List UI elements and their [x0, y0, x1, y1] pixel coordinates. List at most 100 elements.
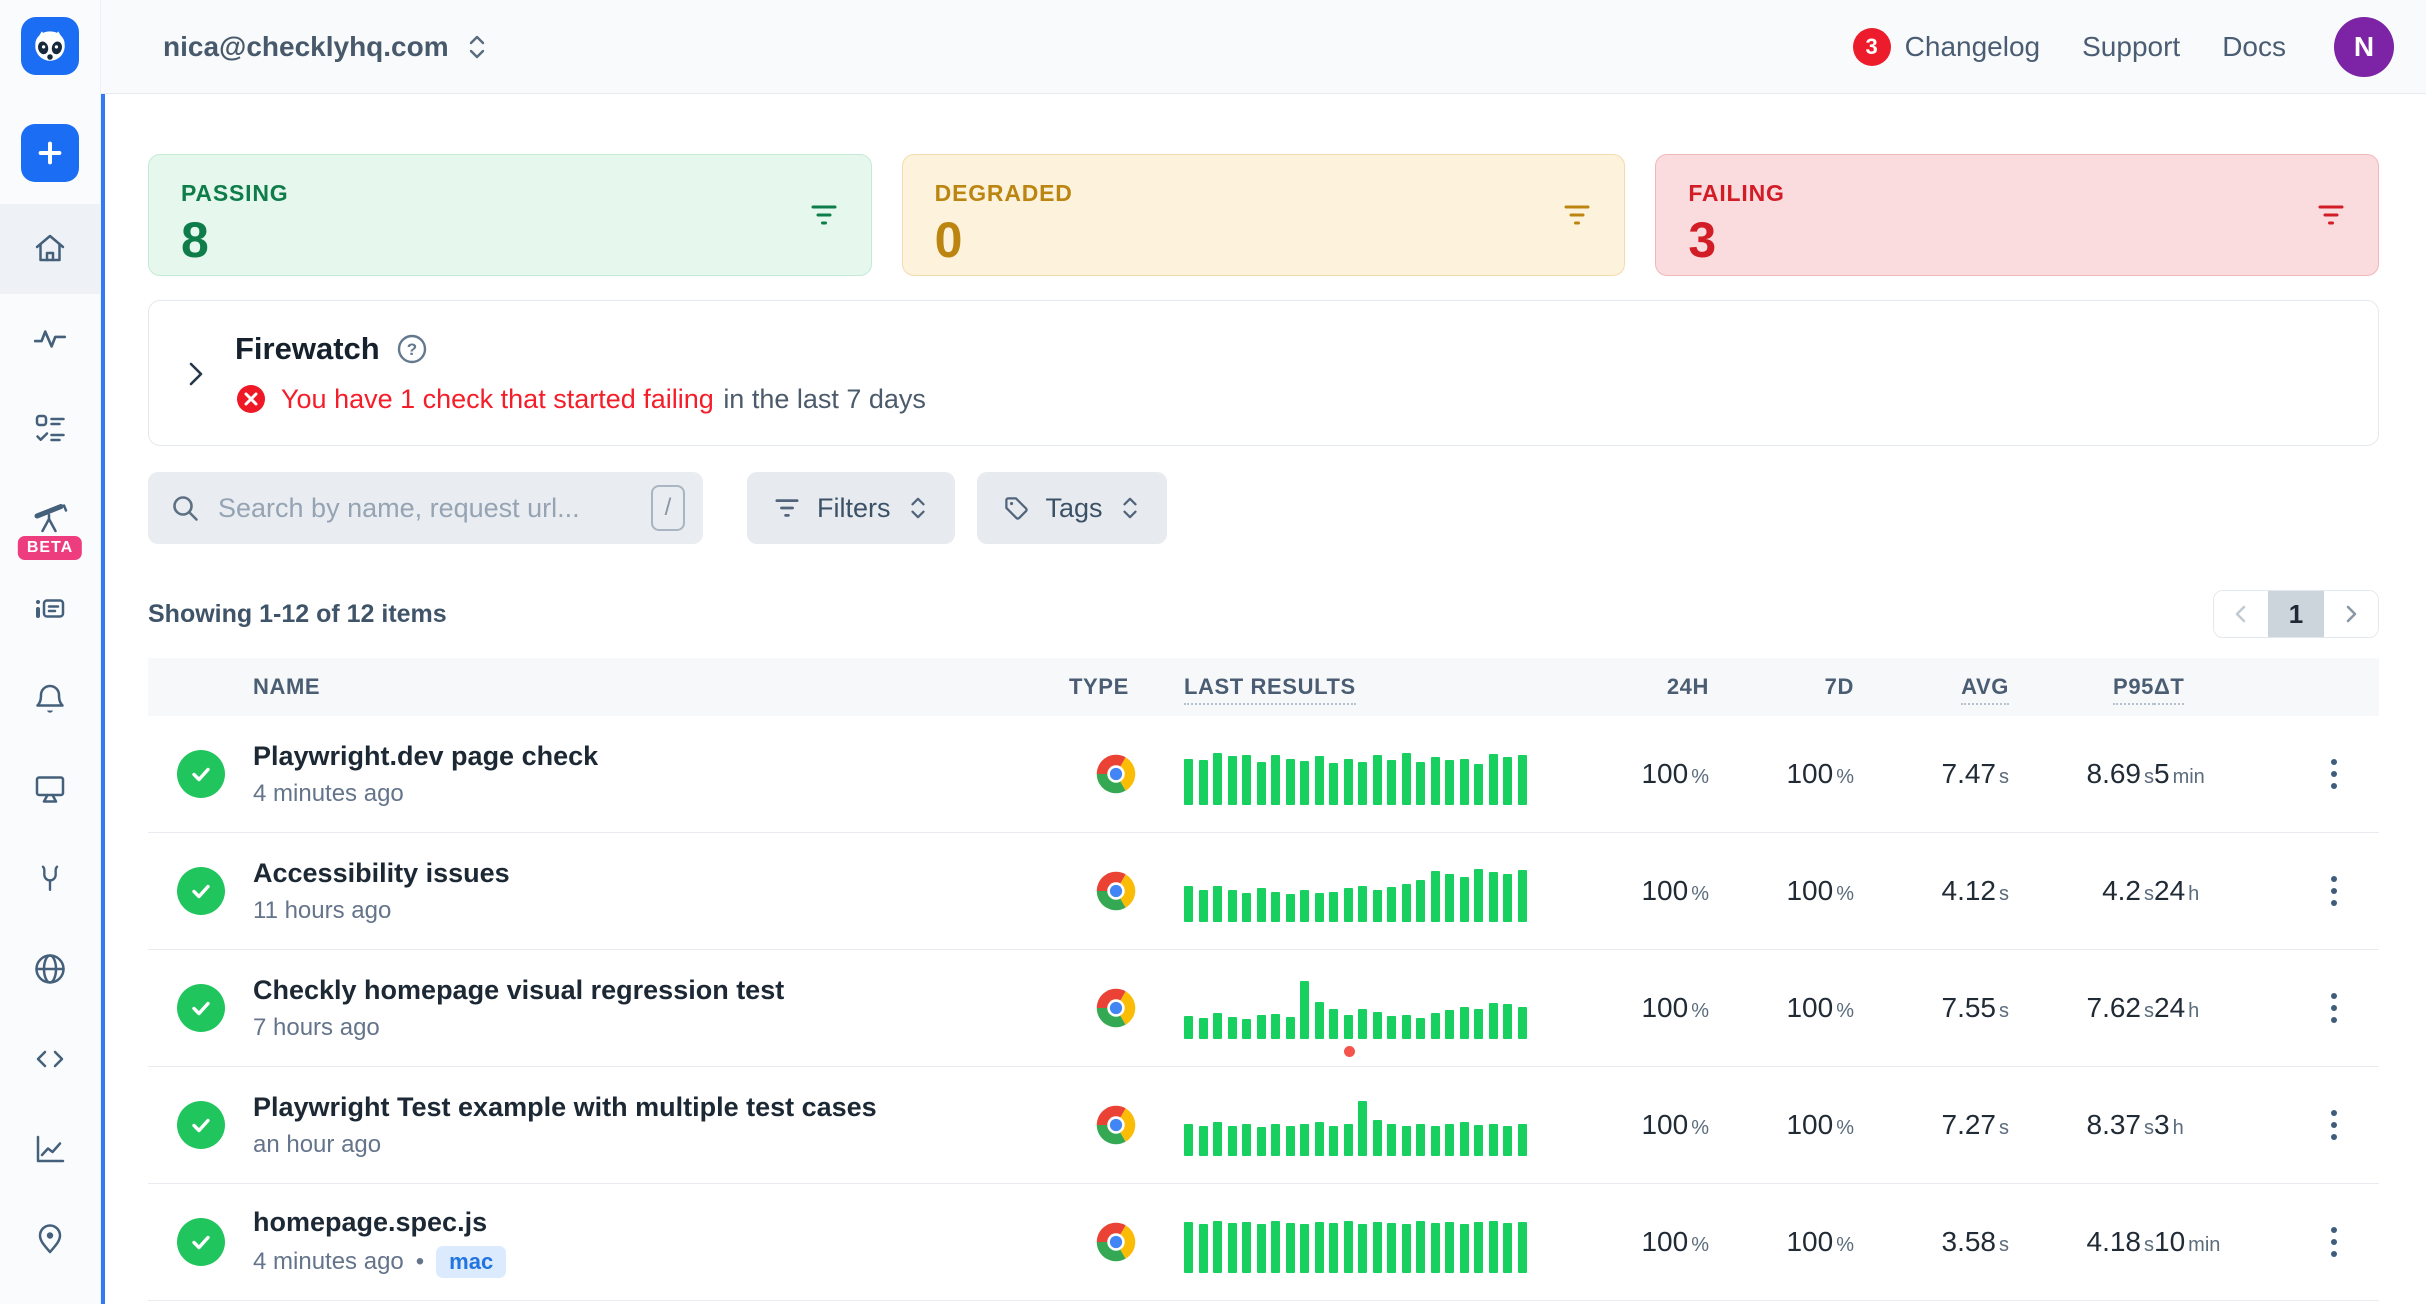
- next-page-button[interactable]: [2324, 591, 2378, 637]
- result-bar[interactable]: [1474, 869, 1483, 922]
- result-bar[interactable]: [1387, 1016, 1396, 1039]
- result-bar[interactable]: [1199, 890, 1208, 922]
- result-bar[interactable]: [1286, 1223, 1295, 1273]
- result-bar[interactable]: [1213, 886, 1222, 922]
- result-bar[interactable]: [1489, 1221, 1498, 1273]
- result-bar[interactable]: [1257, 1015, 1266, 1039]
- result-bar[interactable]: [1373, 755, 1382, 805]
- docs-link[interactable]: Docs: [2222, 31, 2286, 63]
- result-bar[interactable]: [1315, 1122, 1324, 1156]
- result-bar[interactable]: [1445, 874, 1454, 922]
- result-bar[interactable]: [1300, 761, 1309, 805]
- result-bar[interactable]: [1416, 1124, 1425, 1156]
- sidebar-item-home[interactable]: [0, 204, 101, 294]
- passing-card[interactable]: PASSING 8: [148, 154, 872, 276]
- result-bar[interactable]: [1503, 1004, 1512, 1039]
- result-bar[interactable]: [1300, 1124, 1309, 1156]
- filter-icon[interactable]: [1562, 202, 1592, 228]
- filter-icon[interactable]: [2316, 202, 2346, 228]
- result-bar[interactable]: [1329, 763, 1338, 805]
- result-bar[interactable]: [1416, 1221, 1425, 1273]
- result-bar[interactable]: [1184, 1016, 1193, 1039]
- last-results-chart[interactable]: [1184, 860, 1599, 922]
- result-bar[interactable]: [1387, 887, 1396, 922]
- result-bar[interactable]: [1431, 871, 1440, 922]
- search-box[interactable]: /: [148, 472, 703, 544]
- result-bar[interactable]: [1460, 1224, 1469, 1273]
- result-bar[interactable]: [1199, 1018, 1208, 1039]
- firewatch-alert-text[interactable]: You have 1 check that started failing: [281, 384, 714, 414]
- result-bar[interactable]: [1344, 1015, 1353, 1039]
- result-bar[interactable]: [1329, 1126, 1338, 1156]
- check-row[interactable]: Playwright.dev page check 4 minutes ago …: [148, 716, 2379, 833]
- sidebar-item-snippets[interactable]: [0, 1014, 101, 1104]
- result-bar[interactable]: [1416, 880, 1425, 922]
- result-bar[interactable]: [1445, 1010, 1454, 1039]
- result-bar[interactable]: [1373, 890, 1382, 922]
- result-bar[interactable]: [1213, 1013, 1222, 1039]
- result-bar[interactable]: [1228, 1126, 1237, 1156]
- current-page[interactable]: 1: [2268, 591, 2324, 637]
- result-bar[interactable]: [1518, 1222, 1527, 1273]
- result-bar[interactable]: [1228, 1223, 1237, 1273]
- support-link[interactable]: Support: [2082, 31, 2180, 63]
- result-bar[interactable]: [1358, 1224, 1367, 1273]
- result-bar[interactable]: [1344, 759, 1353, 805]
- result-bar[interactable]: [1271, 1014, 1280, 1039]
- result-bar[interactable]: [1184, 1222, 1193, 1273]
- result-bar[interactable]: [1329, 1223, 1338, 1273]
- result-bar[interactable]: [1445, 760, 1454, 805]
- result-bar[interactable]: [1373, 1222, 1382, 1273]
- result-bar[interactable]: [1184, 759, 1193, 805]
- check-row[interactable]: Accessibility issues 11 hours ago 100%: [148, 833, 2379, 950]
- result-bar[interactable]: [1373, 1120, 1382, 1156]
- failing-card[interactable]: FAILING 3: [1655, 154, 2379, 276]
- sidebar-item-private-locations[interactable]: [0, 924, 101, 1014]
- search-input[interactable]: [218, 493, 633, 524]
- result-bar[interactable]: [1286, 1126, 1295, 1156]
- result-bar[interactable]: [1402, 884, 1411, 922]
- last-results-chart[interactable]: [1184, 1094, 1599, 1156]
- tags-button[interactable]: Tags: [977, 472, 1167, 544]
- result-bar[interactable]: [1199, 1224, 1208, 1273]
- passing-status-icon[interactable]: [177, 867, 225, 915]
- sidebar-item-checks[interactable]: [0, 384, 101, 474]
- result-bar[interactable]: [1416, 1018, 1425, 1039]
- result-bar[interactable]: [1271, 892, 1280, 922]
- sidebar-item-analytics[interactable]: [0, 1104, 101, 1194]
- check-name[interactable]: Playwright Test example with multiple te…: [253, 1092, 1069, 1123]
- sidebar-item-locations[interactable]: [0, 1194, 101, 1284]
- result-bar[interactable]: [1257, 1224, 1266, 1273]
- result-bar[interactable]: [1257, 888, 1266, 922]
- row-menu-button[interactable]: [2323, 1219, 2345, 1265]
- prev-page-button[interactable]: [2214, 591, 2268, 637]
- result-bar[interactable]: [1489, 1124, 1498, 1156]
- result-bar[interactable]: [1228, 756, 1237, 805]
- check-name[interactable]: Checkly homepage visual regression test: [253, 975, 1069, 1006]
- check-row[interactable]: homepage.spec.js 4 minutes ago • mac 100…: [148, 1184, 2379, 1301]
- check-row[interactable]: Playwright Test example with multiple te…: [148, 1067, 2379, 1184]
- result-bar[interactable]: [1387, 1223, 1396, 1273]
- tag-badge[interactable]: mac: [436, 1246, 506, 1278]
- result-bar[interactable]: [1213, 1221, 1222, 1273]
- result-bar[interactable]: [1300, 1224, 1309, 1273]
- passing-status-icon[interactable]: [177, 1218, 225, 1266]
- result-bar[interactable]: [1358, 1101, 1367, 1156]
- result-bar[interactable]: [1300, 890, 1309, 922]
- row-menu-button[interactable]: [2323, 1102, 2345, 1148]
- result-bar[interactable]: [1460, 759, 1469, 805]
- question-circle-icon[interactable]: ?: [396, 333, 428, 365]
- result-bar[interactable]: [1489, 1003, 1498, 1039]
- result-bar[interactable]: [1199, 760, 1208, 805]
- last-results-chart[interactable]: [1184, 1211, 1599, 1273]
- degraded-card[interactable]: DEGRADED 0: [902, 154, 1626, 276]
- result-bar[interactable]: [1184, 1124, 1193, 1156]
- result-bar[interactable]: [1271, 1124, 1280, 1156]
- result-bar[interactable]: [1329, 1009, 1338, 1039]
- result-bar[interactable]: [1199, 1126, 1208, 1156]
- result-bar[interactable]: [1242, 893, 1251, 922]
- result-bar[interactable]: [1242, 1124, 1251, 1156]
- filters-button[interactable]: Filters: [747, 472, 955, 544]
- result-bar[interactable]: [1460, 877, 1469, 922]
- passing-status-icon[interactable]: [177, 984, 225, 1032]
